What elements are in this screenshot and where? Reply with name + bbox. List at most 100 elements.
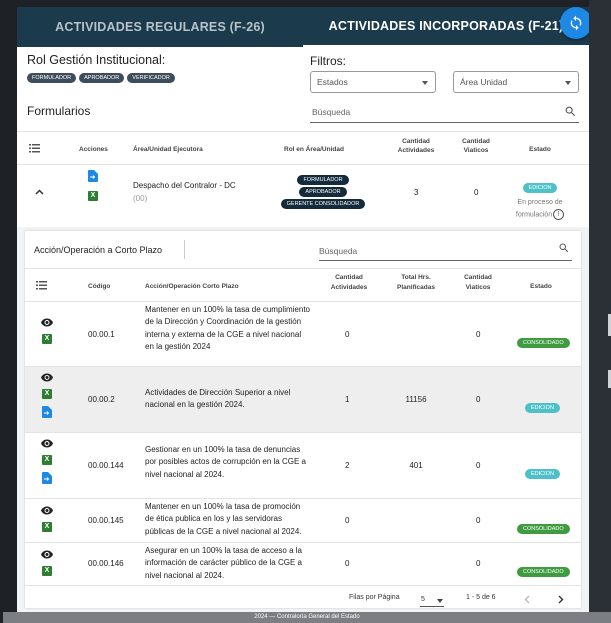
header-area: Área/Unidad Ejecutora	[133, 146, 203, 153]
formularios-title: Formularios	[27, 104, 91, 118]
area-code: (00)	[133, 194, 148, 203]
side-strip	[589, 0, 611, 623]
header-cantidad-actividades: Cantidad Actividades	[391, 138, 441, 154]
tab-bar: ACTIVIDADES REGULARES (F-26) ACTIVIDADES…	[17, 7, 589, 47]
header-cantidad-viaticos: Cantidad Viaticos	[455, 274, 501, 291]
header-text: Planificadas	[397, 284, 435, 291]
excel-icon[interactable]: X	[88, 191, 98, 201]
row-code: 00.00.2	[88, 395, 115, 404]
header-text: Actividades	[330, 284, 368, 291]
info-icon[interactable]: !	[553, 208, 565, 220]
status-badge: EDICION	[525, 469, 560, 479]
subpanel-title: Acción/Operación a Corto Plazo	[34, 245, 163, 255]
divider	[184, 240, 185, 259]
row-description: Asegurar en un 100% la tasa de acceso a …	[145, 546, 302, 580]
excel-icon[interactable]: X	[42, 389, 52, 399]
row-code: 00.00.145	[88, 516, 124, 525]
role-chip: FORMULADOR	[297, 175, 349, 185]
row-cantidad-viaticos: 0	[476, 395, 481, 404]
table-row: X 00.00.1 Mantener en un 100% la tasa de…	[25, 302, 581, 367]
row-cantidad-actividades: 1	[345, 395, 350, 404]
header-estado: Estado	[529, 146, 551, 153]
row-description: Mantener en un 100% la tasa de cumplimie…	[145, 305, 310, 352]
header-text: Cantidad	[462, 138, 490, 145]
header-text: Actividades	[397, 147, 435, 154]
row-cantidad-viaticos: 0	[476, 330, 481, 339]
row-cantidad-viaticos: 0	[476, 559, 481, 568]
row-description: Mantener en un 100% la tasa de promoción…	[145, 502, 302, 536]
rol-title: Rol Gestión Institucional:	[27, 53, 166, 67]
estados-select[interactable]: Estados	[310, 71, 436, 93]
cantidad-actividades: 3	[414, 188, 419, 197]
caret-down-icon	[565, 81, 571, 85]
rows-per-page-value: 5	[421, 596, 425, 603]
header-estado: Estado	[530, 283, 552, 290]
chevron-right-icon[interactable]	[558, 595, 564, 604]
table-row: X Despacho del Contralor - DC (00) FORMU…	[17, 165, 589, 221]
header-cantidad-actividades: Cantidad Actividades	[325, 274, 373, 291]
row-total-hrs: 401	[409, 461, 423, 470]
status-badge: EDICION	[525, 403, 560, 413]
row-cantidad-actividades: 0	[345, 330, 350, 339]
header-text: Total Hrs.	[401, 274, 431, 281]
document-arrow-icon[interactable]	[42, 406, 52, 418]
excel-icon[interactable]: X	[42, 566, 52, 576]
chevron-up-icon[interactable]	[35, 189, 44, 195]
rows-per-page-select[interactable]: 5	[420, 592, 444, 607]
sync-button[interactable]	[560, 7, 589, 39]
eye-icon[interactable]	[41, 318, 53, 327]
estado-text: En proceso de	[517, 199, 563, 206]
caret-down-icon	[437, 599, 443, 603]
row-description: Actividades de Dirección Superior a nive…	[145, 388, 291, 410]
filter-list-icon[interactable]	[36, 281, 47, 290]
document-arrow-icon[interactable]	[88, 170, 98, 182]
table-row: X 00.00.146 Asegurar en un 100% la tasa …	[25, 543, 581, 586]
table-row: X 00.00.145 Mantener en un 100% la tasa …	[25, 499, 581, 543]
role-chip: GERENTE CONSOLIDADOR	[280, 199, 366, 209]
area-unidad-select[interactable]: Área Unidad	[453, 71, 579, 93]
search-placeholder: Búsqueda	[312, 107, 351, 117]
subpanel-search-input[interactable]: Búsqueda	[319, 239, 572, 261]
excel-icon[interactable]: X	[42, 334, 52, 344]
eye-icon[interactable]	[41, 373, 53, 382]
header-rol: Rol en Área/Unidad	[284, 146, 344, 153]
chevron-left-icon[interactable]	[524, 595, 530, 604]
status-badge: CONSOLIDADO	[517, 567, 570, 577]
excel-icon[interactable]: X	[42, 522, 52, 532]
filter-list-icon[interactable]	[29, 144, 40, 153]
row-code: 00.00.144	[88, 461, 124, 470]
tab-regular-activities[interactable]: ACTIVIDADES REGULARES (F-26)	[17, 7, 303, 47]
role-chip: VERIFICADOR	[127, 73, 175, 83]
search-input[interactable]: Búsqueda	[310, 102, 579, 123]
status-badge: EDICION	[522, 183, 558, 193]
header-text: Viaticos	[463, 147, 489, 154]
header-text: Viaticos	[465, 284, 491, 291]
tab-incorporated-activities[interactable]: ACTIVIDADES INCORPORADAS (F-21)	[303, 7, 589, 47]
table-row: X 00.00.2 Actividades de Dirección Super…	[25, 367, 581, 433]
row-cantidad-actividades: 0	[345, 559, 350, 568]
header-accion: Acción/Operación Corto Plazo	[145, 283, 239, 290]
role-chip: APROBADOR	[299, 187, 347, 197]
document-arrow-icon[interactable]	[42, 472, 52, 484]
cantidad-viaticos: 0	[474, 188, 479, 197]
row-total-hrs: 11156	[405, 395, 427, 404]
header-text: Cantidad	[335, 274, 363, 281]
area-placeholder: Área Unidad	[460, 77, 508, 87]
search-icon	[559, 243, 569, 253]
eye-icon[interactable]	[41, 506, 53, 515]
header-text: Cantidad	[464, 274, 492, 281]
role-chip: FORMULADOR	[27, 73, 77, 83]
eye-icon[interactable]	[41, 439, 53, 448]
header-text: Cantidad	[402, 138, 430, 145]
header-cantidad-viaticos: Cantidad Viaticos	[453, 138, 499, 154]
row-code: 00.00.1	[88, 330, 115, 339]
formularios-panel: Rol Gestión Institucional: FORMULADOR AP…	[17, 47, 589, 227]
footer-text: 2024 — Contraloría General del Estado	[3, 612, 611, 623]
eye-icon[interactable]	[41, 550, 53, 559]
excel-icon[interactable]: X	[42, 455, 52, 465]
row-description: Gestionar en un 100% la tasa de denuncia…	[145, 445, 306, 479]
role-chip: APROBADOR	[79, 73, 125, 83]
header-total-hrs: Total Hrs. Planificadas	[391, 274, 441, 291]
accion-operacion-panel: Acción/Operación a Corto Plazo Búsqueda …	[25, 231, 581, 608]
header-codigo: Código	[88, 283, 111, 290]
